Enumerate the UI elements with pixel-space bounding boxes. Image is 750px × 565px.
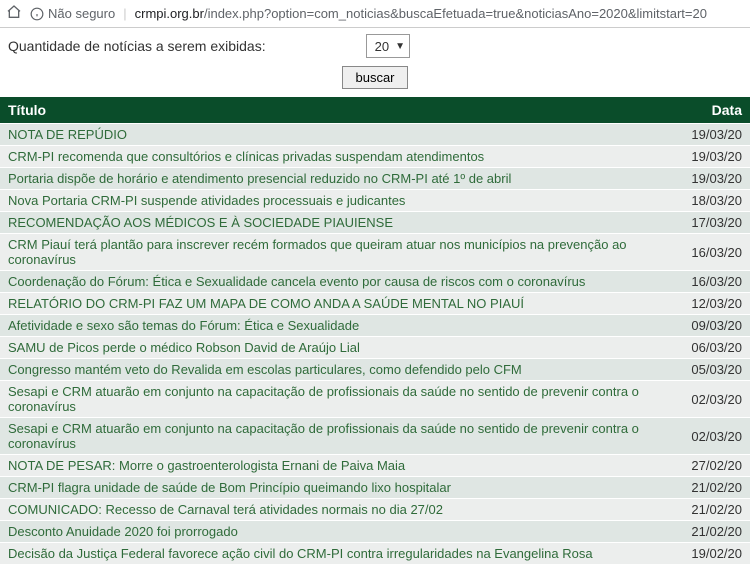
url-text[interactable]: crmpi.org.br/index.php?option=com_notici… [135, 6, 744, 21]
cell-date: 19/03/20 [678, 168, 750, 190]
table-row: CRM-PI recomenda que consultórios e clín… [0, 146, 750, 168]
table-row: Nova Portaria CRM-PI suspende atividades… [0, 190, 750, 212]
chevron-down-icon: ▼ [395, 41, 405, 52]
qty-value: 20 [375, 39, 389, 54]
news-link[interactable]: CRM-PI flagra unidade de saúde de Bom Pr… [8, 480, 451, 495]
th-date: Data [678, 97, 750, 124]
table-row: RECOMENDAÇÃO AOS MÉDICOS E À SOCIEDADE P… [0, 212, 750, 234]
table-row: SAMU de Picos perde o médico Robson Davi… [0, 337, 750, 359]
cell-date: 02/03/20 [678, 381, 750, 418]
table-row: Sesapi e CRM atuarão em conjunto na capa… [0, 418, 750, 455]
cell-date: 21/02/20 [678, 521, 750, 543]
news-link[interactable]: Decisão da Justiça Federal favorece ação… [8, 546, 593, 561]
cell-title: COMUNICADO: Recesso de Carnaval terá ati… [0, 499, 678, 521]
news-link[interactable]: RECOMENDAÇÃO AOS MÉDICOS E À SOCIEDADE P… [8, 215, 393, 230]
cell-title: RELATÓRIO DO CRM-PI FAZ UM MAPA DE COMO … [0, 293, 678, 315]
cell-date: 17/03/20 [678, 212, 750, 234]
urlbar-divider: | [123, 6, 126, 21]
home-icon[interactable] [6, 4, 22, 23]
news-link[interactable]: RELATÓRIO DO CRM-PI FAZ UM MAPA DE COMO … [8, 296, 524, 311]
qty-label: Quantidade de notícias a serem exibidas: [8, 38, 266, 54]
news-link[interactable]: SAMU de Picos perde o médico Robson Davi… [8, 340, 360, 355]
table-row: Sesapi e CRM atuarão em conjunto na capa… [0, 381, 750, 418]
cell-title: CRM-PI flagra unidade de saúde de Bom Pr… [0, 477, 678, 499]
news-link[interactable]: CRM Piauí terá plantão para inscrever re… [8, 237, 627, 267]
cell-date: 19/02/20 [678, 543, 750, 565]
news-link[interactable]: COMUNICADO: Recesso de Carnaval terá ati… [8, 502, 443, 517]
cell-title: Coordenação do Fórum: Ética e Sexualidad… [0, 271, 678, 293]
cell-title: Nova Portaria CRM-PI suspende atividades… [0, 190, 678, 212]
th-title: Título [0, 97, 678, 124]
cell-title: CRM Piauí terá plantão para inscrever re… [0, 234, 678, 271]
news-link[interactable]: Sesapi e CRM atuarão em conjunto na capa… [8, 384, 639, 414]
table-row: NOTA DE PESAR: Morre o gastroenterologis… [0, 455, 750, 477]
cell-date: 02/03/20 [678, 418, 750, 455]
news-link[interactable]: CRM-PI recomenda que consultórios e clín… [8, 149, 484, 164]
table-row: Afetividade e sexo são temas do Fórum: É… [0, 315, 750, 337]
cell-date: 27/02/20 [678, 455, 750, 477]
news-table: Título Data NOTA DE REPÚDIO 19/03/20 CRM-P… [0, 97, 750, 565]
cell-date: 05/03/20 [678, 359, 750, 381]
cell-title: Sesapi e CRM atuarão em conjunto na capa… [0, 418, 678, 455]
cell-title: Decisão da Justiça Federal favorece ação… [0, 543, 678, 565]
cell-date: 19/03/20 [678, 146, 750, 168]
security-label: Não seguro [48, 6, 115, 21]
table-row: COMUNICADO: Recesso de Carnaval terá ati… [0, 499, 750, 521]
cell-title: CRM-PI recomenda que consultórios e clín… [0, 146, 678, 168]
table-row: RELATÓRIO DO CRM-PI FAZ UM MAPA DE COMO … [0, 293, 750, 315]
table-row: CRM-PI flagra unidade de saúde de Bom Pr… [0, 477, 750, 499]
table-row: Desconto Anuidade 2020 foi prorrogado 21/… [0, 521, 750, 543]
cell-title: Sesapi e CRM atuarão em conjunto na capa… [0, 381, 678, 418]
browser-urlbar: Não seguro | crmpi.org.br/index.php?opti… [0, 0, 750, 28]
news-link[interactable]: NOTA DE PESAR: Morre o gastroenterologis… [8, 458, 405, 473]
table-row: Coordenação do Fórum: Ética e Sexualidad… [0, 271, 750, 293]
news-link[interactable]: Sesapi e CRM atuarão em conjunto na capa… [8, 421, 639, 451]
cell-title: Afetividade e sexo são temas do Fórum: É… [0, 315, 678, 337]
table-row: CRM Piauí terá plantão para inscrever re… [0, 234, 750, 271]
news-link[interactable]: Nova Portaria CRM-PI suspende atividades… [8, 193, 405, 208]
table-row: NOTA DE REPÚDIO 19/03/20 [0, 124, 750, 146]
cell-date: 21/02/20 [678, 499, 750, 521]
cell-date: 19/03/20 [678, 124, 750, 146]
cell-date: 09/03/20 [678, 315, 750, 337]
news-link[interactable]: NOTA DE REPÚDIO [8, 127, 127, 142]
table-row: Decisão da Justiça Federal favorece ação… [0, 543, 750, 565]
news-link[interactable]: Desconto Anuidade 2020 foi prorrogado [8, 524, 238, 539]
search-button[interactable]: buscar [342, 66, 407, 89]
cell-title: NOTA DE REPÚDIO [0, 124, 678, 146]
cell-title: SAMU de Picos perde o médico Robson Davi… [0, 337, 678, 359]
cell-date: 21/02/20 [678, 477, 750, 499]
table-row: Congresso mantém veto do Revalida em esc… [0, 359, 750, 381]
news-link[interactable]: Coordenação do Fórum: Ética e Sexualidad… [8, 274, 585, 289]
cell-date: 16/03/20 [678, 234, 750, 271]
cell-title: RECOMENDAÇÃO AOS MÉDICOS E À SOCIEDADE P… [0, 212, 678, 234]
cell-date: 06/03/20 [678, 337, 750, 359]
table-row: Portaria dispõe de horário e atendimento… [0, 168, 750, 190]
qty-select[interactable]: 20 ▼ [366, 34, 410, 58]
cell-title: Portaria dispõe de horário e atendimento… [0, 168, 678, 190]
filter-row: Quantidade de notícias a serem exibidas:… [0, 28, 750, 60]
info-icon [30, 7, 44, 21]
news-link[interactable]: Congresso mantém veto do Revalida em esc… [8, 362, 522, 377]
search-row: buscar [0, 60, 750, 97]
news-link[interactable]: Portaria dispõe de horário e atendimento… [8, 171, 511, 186]
cell-title: NOTA DE PESAR: Morre o gastroenterologis… [0, 455, 678, 477]
cell-title: Desconto Anuidade 2020 foi prorrogado [0, 521, 678, 543]
cell-date: 12/03/20 [678, 293, 750, 315]
security-indicator[interactable]: Não seguro [30, 6, 115, 21]
cell-date: 18/03/20 [678, 190, 750, 212]
news-link[interactable]: Afetividade e sexo são temas do Fórum: É… [8, 318, 359, 333]
cell-title: Congresso mantém veto do Revalida em esc… [0, 359, 678, 381]
cell-date: 16/03/20 [678, 271, 750, 293]
